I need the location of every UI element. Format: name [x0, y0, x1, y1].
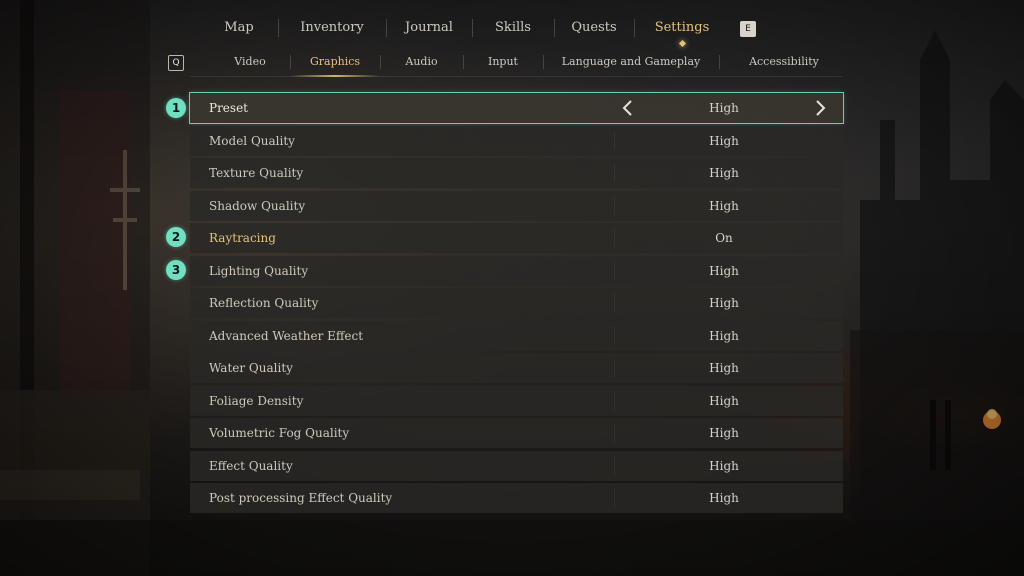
setting-value: High: [709, 491, 739, 505]
setting-row-water-quality[interactable]: Water Quality High: [190, 353, 843, 383]
marker-2: 2: [166, 227, 186, 247]
tab-journal[interactable]: Journal: [386, 12, 472, 44]
row-divider: [614, 391, 615, 410]
setting-label: Texture Quality: [209, 166, 304, 180]
tab-inventory[interactable]: Inventory: [278, 12, 386, 44]
subtab-accessibility[interactable]: Accessibility: [719, 48, 849, 76]
setting-label: Model Quality: [209, 133, 295, 148]
row-divider: [614, 164, 615, 182]
setting-value: High: [709, 328, 739, 343]
row-divider: [614, 456, 615, 475]
graphics-settings-list: Preset High Model Quality High Texture Q…: [189, 92, 844, 516]
sub-tab-bar: Video Graphics Audio Input Language and …: [190, 48, 843, 77]
setting-label: Lighting Quality: [209, 263, 309, 278]
row-divider: [614, 294, 615, 312]
setting-row-advanced-weather-effect[interactable]: Advanced Weather Effect High: [190, 320, 843, 351]
marker-1: 1: [166, 98, 186, 118]
setting-value: High: [709, 166, 739, 180]
setting-label: Reflection Quality: [209, 296, 319, 310]
setting-label: Raytracing: [209, 231, 276, 245]
setting-value: High: [709, 426, 739, 440]
setting-label: Post processing Effect Quality: [209, 491, 393, 505]
marker-3: 3: [166, 260, 186, 280]
setting-label: Shadow Quality: [209, 198, 306, 213]
setting-value: High: [709, 361, 739, 375]
tab-skills[interactable]: Skills: [472, 12, 554, 44]
setting-value: High: [709, 296, 739, 310]
setting-value: High: [709, 458, 739, 473]
setting-row-shadow-quality[interactable]: Shadow Quality High: [190, 190, 843, 221]
setting-value: High: [709, 393, 739, 408]
tab-quests[interactable]: Quests: [554, 12, 634, 44]
setting-row-model-quality[interactable]: Model Quality High: [190, 125, 843, 156]
setting-label: Volumetric Fog Quality: [209, 426, 350, 440]
row-divider: [614, 261, 615, 280]
setting-row-preset[interactable]: Preset High: [189, 92, 844, 124]
setting-label: Advanced Weather Effect: [209, 328, 364, 343]
subtab-audio[interactable]: Audio: [380, 48, 463, 76]
tab-settings[interactable]: Settings: [634, 12, 730, 44]
setting-row-raytracing[interactable]: Raytracing On: [190, 223, 843, 253]
chevron-right-icon[interactable]: [810, 98, 830, 118]
row-divider: [614, 229, 615, 247]
subtab-video[interactable]: Video: [210, 48, 290, 76]
row-divider: [614, 326, 615, 345]
row-divider: [614, 489, 615, 507]
row-divider: [614, 131, 615, 150]
setting-row-post-processing-effect-quality[interactable]: Post processing Effect Quality High: [190, 483, 843, 513]
setting-row-volumetric-fog-quality[interactable]: Volumetric Fog Quality High: [190, 418, 843, 448]
setting-value: High: [709, 263, 739, 278]
setting-row-reflection-quality[interactable]: Reflection Quality High: [190, 288, 843, 318]
setting-label: Foliage Density: [209, 393, 304, 408]
next-tab-key-hint[interactable]: E: [740, 21, 756, 37]
prev-subtab-key-hint[interactable]: Q: [168, 55, 184, 71]
setting-row-lighting-quality[interactable]: Lighting Quality High: [190, 255, 843, 286]
tab-map[interactable]: Map: [200, 12, 278, 44]
setting-label: Preset: [209, 101, 248, 115]
row-divider: [614, 359, 615, 377]
setting-value: High: [709, 133, 739, 148]
setting-row-effect-quality[interactable]: Effect Quality High: [190, 450, 843, 481]
top-tab-bar: Map Inventory Journal Skills Quests Sett…: [200, 12, 730, 44]
subtab-graphics[interactable]: Graphics: [290, 48, 380, 77]
subtab-language-and-gameplay[interactable]: Language and Gameplay: [543, 48, 719, 76]
row-divider: [614, 196, 615, 215]
setting-label: Water Quality: [209, 361, 293, 375]
setting-value: High: [709, 101, 739, 115]
setting-value: On: [715, 231, 733, 245]
row-divider: [614, 424, 615, 442]
setting-value: High: [709, 198, 739, 213]
setting-label: Effect Quality: [209, 458, 293, 473]
setting-row-texture-quality[interactable]: Texture Quality High: [190, 158, 843, 188]
subtab-input[interactable]: Input: [463, 48, 543, 76]
setting-row-foliage-density[interactable]: Foliage Density High: [190, 385, 843, 416]
